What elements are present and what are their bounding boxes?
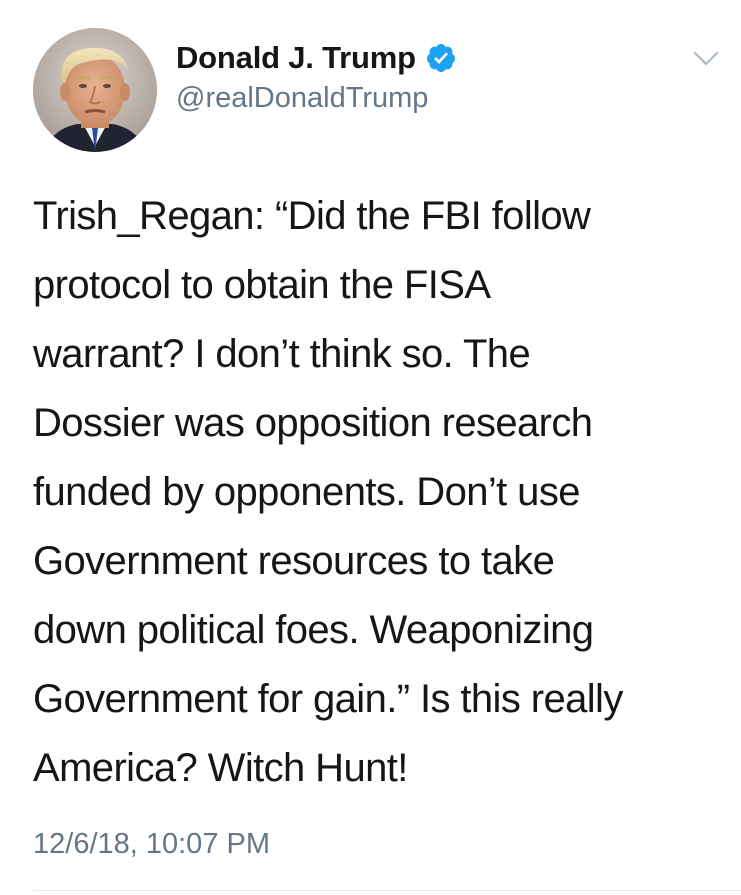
tweet-timestamp[interactable]: 12/6/18, 10:07 PM (33, 828, 270, 861)
verified-badge-icon (425, 42, 457, 74)
display-name[interactable]: Donald J. Trump (176, 40, 416, 76)
tweet-text: Trish_Regan: “Did the FBI follow protoco… (33, 194, 623, 790)
author-name-row: Donald J. Trump (176, 38, 457, 78)
profile-photo-icon (33, 28, 157, 152)
chevron-down-icon[interactable] (693, 50, 719, 68)
avatar[interactable] (33, 28, 157, 152)
user-handle[interactable]: @realDonaldTrump (176, 82, 428, 115)
divider (33, 890, 741, 891)
tweet-card: Donald J. Trump @realDonaldTrump Trish_R… (0, 0, 741, 895)
